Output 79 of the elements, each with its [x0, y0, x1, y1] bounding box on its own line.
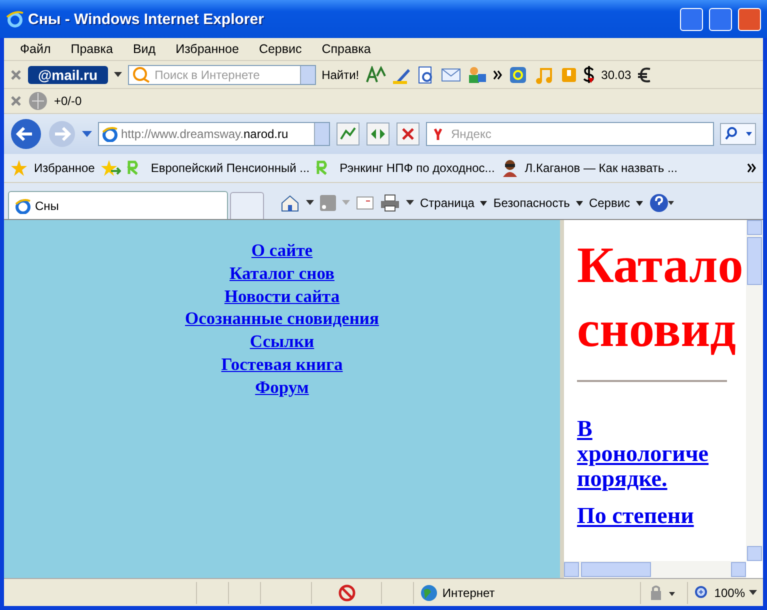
nav-link[interactable]: Новости сайта	[224, 284, 340, 308]
star-icon[interactable]	[10, 159, 28, 177]
zoom-level[interactable]: 100%	[714, 586, 745, 600]
menu-item[interactable]: Справка	[312, 42, 381, 56]
catalog-link[interactable]: По степени	[577, 503, 746, 528]
vertical-scrollbar[interactable]	[746, 220, 763, 561]
blocked-icon[interactable]	[338, 584, 356, 602]
help-icon[interactable]	[649, 193, 676, 213]
caret-icon[interactable]	[636, 200, 644, 206]
refresh-icon[interactable]	[366, 122, 390, 146]
font-size-icon[interactable]	[365, 66, 388, 84]
close-icon[interactable]	[10, 95, 22, 107]
search-icon	[132, 66, 150, 82]
maximize-button[interactable]	[709, 8, 732, 30]
favorite-link[interactable]: Л.Каганов — Как назвать ...	[524, 161, 678, 175]
url-text: http://www.dreamsway.narod.ru	[121, 127, 290, 141]
close-icon[interactable]	[10, 68, 22, 80]
favorites-button[interactable]: Избранное	[34, 161, 95, 175]
minimize-button[interactable]	[680, 8, 703, 30]
menu-item[interactable]: Правка	[60, 42, 123, 56]
nav-link[interactable]: О сайте	[251, 239, 313, 262]
contacts-icon[interactable]	[467, 66, 488, 84]
address-field[interactable]: http://www.dreamsway.narod.ru	[98, 122, 330, 146]
ie-logo-icon	[102, 126, 118, 142]
security-zone: Интернет	[442, 586, 495, 600]
compatibility-icon[interactable]	[336, 122, 360, 146]
menu-item[interactable]: Файл	[10, 42, 61, 56]
horizontal-scrollbar[interactable]	[564, 561, 746, 578]
search-field[interactable]: Поиск в Интернете	[152, 66, 297, 82]
menu-item[interactable]: Избранное	[166, 42, 249, 56]
mail-icon[interactable]	[356, 196, 374, 210]
dropdown-button[interactable]	[300, 66, 315, 84]
close-button[interactable]	[738, 8, 761, 30]
caret-icon[interactable]	[749, 590, 757, 596]
ie-logo-icon	[15, 198, 31, 214]
nav-link[interactable]: Форум	[255, 376, 309, 399]
tab-label: Сны	[35, 198, 59, 212]
person-icon[interactable]	[500, 159, 519, 177]
caret-icon[interactable]	[480, 200, 488, 206]
counter-text: +0/-0	[54, 94, 82, 108]
nav-link[interactable]: Ссылки	[250, 330, 314, 353]
currency-rate[interactable]: 30.03	[601, 68, 632, 82]
command-menu[interactable]: Сервис	[588, 196, 630, 210]
globe-icon	[420, 584, 438, 602]
envelope-icon[interactable]	[441, 66, 462, 82]
stop-icon[interactable]	[396, 122, 420, 146]
caret-icon[interactable]	[406, 200, 414, 206]
chevrons-icon[interactable]	[747, 163, 757, 173]
mail-logo[interactable]: @mail.ru	[28, 66, 108, 84]
back-button[interactable]	[10, 118, 42, 150]
search-field[interactable]: Яндекс	[449, 126, 713, 142]
home-icon[interactable]	[280, 194, 300, 212]
page-heading: Катало сновид	[577, 237, 744, 360]
globe-icon[interactable]	[28, 91, 48, 111]
find-button[interactable]: Найти!	[322, 68, 360, 82]
favorite-link[interactable]: Рэнкинг НПФ по доходнос...	[340, 161, 495, 175]
favorite-link[interactable]: Европейский Пенсионный ...	[150, 161, 310, 175]
window-title: Сны - Windows Internet Explorer	[28, 10, 265, 28]
ie-logo-icon[interactable]	[6, 10, 24, 28]
menu-item[interactable]: Вид	[122, 42, 166, 56]
printer-icon[interactable]	[380, 194, 400, 212]
nav-link[interactable]: Осознанные сновидения	[185, 307, 379, 330]
search-icon[interactable]	[720, 123, 756, 145]
nav-link[interactable]: Гостевая книга	[221, 352, 343, 376]
command-menu[interactable]: Страница	[420, 196, 474, 210]
add-favorite-icon[interactable]	[100, 159, 121, 177]
caret-icon[interactable]	[576, 200, 583, 206]
caret-icon[interactable]	[114, 72, 122, 78]
command-menu[interactable]: Безопасность	[493, 196, 570, 210]
search-field[interactable]: Яндекс	[426, 122, 714, 146]
nav-link[interactable]: Каталог снов	[230, 262, 334, 285]
browser-tab[interactable]: Сны	[8, 191, 228, 219]
search-field[interactable]: Поиск в Интернете	[128, 64, 316, 84]
caret-icon[interactable]	[306, 200, 314, 206]
rss-icon[interactable]	[320, 195, 336, 211]
chevrons-icon[interactable]	[493, 70, 504, 80]
catalog-link[interactable]: В хронологиче порядке.	[577, 416, 746, 491]
dollar-icon[interactable]	[583, 66, 596, 84]
menu-item[interactable]: Сервис	[248, 42, 312, 56]
